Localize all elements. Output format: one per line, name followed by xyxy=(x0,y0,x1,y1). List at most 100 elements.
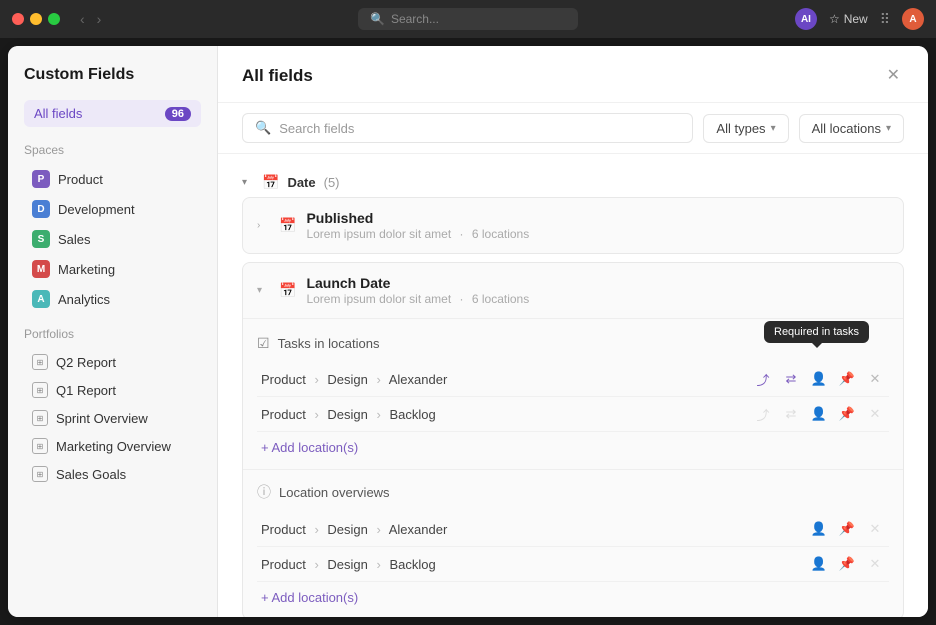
sidebar-item-q1report[interactable]: ⊞ Q1 Report xyxy=(24,377,201,403)
user-avatar[interactable]: A xyxy=(902,8,924,30)
maximize-dot[interactable] xyxy=(48,13,60,25)
sidebar-item-marketing[interactable]: M Marketing xyxy=(24,255,201,283)
filter-type-button[interactable]: All types ▾ xyxy=(703,114,788,143)
required-in-tasks-tooltip: Required in tasks xyxy=(764,321,869,343)
sidebar-item-q2report[interactable]: ⊞ Q2 Report xyxy=(24,349,201,375)
sales-goals-icon: ⊞ xyxy=(32,466,48,482)
overview-header: ⓘ Location overviews xyxy=(257,478,889,512)
open-icon-1[interactable]: ⤴ xyxy=(753,369,773,389)
product-label: Product xyxy=(58,172,103,187)
global-search[interactable]: 🔍 Search... xyxy=(358,8,578,30)
tasks-expanded-section: ☑ Tasks in locations Required in tasks P… xyxy=(243,318,903,469)
filter-location-button[interactable]: All locations ▾ xyxy=(799,114,904,143)
overview-row-2-actions: 👤 📌 ✕ xyxy=(809,554,885,574)
filter-location-label: All locations xyxy=(812,121,881,136)
tasks-section-header: ☑ Tasks in locations Required in tasks xyxy=(257,329,889,362)
ai-badge[interactable]: AI xyxy=(795,8,817,30)
marketing-overview-label: Marketing Overview xyxy=(56,439,171,454)
chevron-down-icon-2: ▾ xyxy=(886,123,891,134)
info-icon: ⓘ xyxy=(257,482,271,502)
q1report-icon: ⊞ xyxy=(32,382,48,398)
q1report-label: Q1 Report xyxy=(56,383,116,398)
sidebar-item-analytics[interactable]: A Analytics xyxy=(24,285,201,313)
tasks-check-icon: ☑ xyxy=(257,335,270,352)
published-field-name: Published xyxy=(306,210,889,226)
overview-user-icon-2[interactable]: 👤 xyxy=(809,554,829,574)
search-fields-placeholder: Search fields xyxy=(279,121,354,136)
date-group-header[interactable]: ▾ 📅 Date (5) xyxy=(242,166,904,197)
titlebar-right: AI ☆ New ⠿ A xyxy=(795,8,924,30)
link-icon-2[interactable]: ⇄ xyxy=(781,404,801,424)
overview-pin-icon-1[interactable]: 📌 xyxy=(837,519,857,539)
group-toggle-icon: ▾ xyxy=(242,177,254,188)
pin-icon-1[interactable]: 📌 xyxy=(837,369,857,389)
sidebar-title: Custom Fields xyxy=(24,66,201,84)
date-group-icon: 📅 xyxy=(262,174,279,191)
user-icon-1[interactable]: 👤 xyxy=(809,369,829,389)
published-field-card: › 📅 Published Lorem ipsum dolor sit amet… xyxy=(242,197,904,254)
link-icon-1[interactable]: ⇄ xyxy=(781,369,801,389)
search-placeholder-text: Search... xyxy=(391,12,439,26)
search-fields-input[interactable]: 🔍 Search fields xyxy=(242,113,693,143)
add-overview-text: + Add location(s) xyxy=(261,590,358,605)
q2report-icon: ⊞ xyxy=(32,354,48,370)
overview-section: ⓘ Location overviews Product › Design › … xyxy=(243,469,903,617)
nav-forward-button[interactable]: › xyxy=(93,9,106,29)
sprint-overview-label: Sprint Overview xyxy=(56,411,148,426)
marketing-label: Marketing xyxy=(58,262,115,277)
overview-label: Location overviews xyxy=(279,485,390,500)
user-icon-2[interactable]: 👤 xyxy=(809,404,829,424)
sidebar-item-sales-goals[interactable]: ⊞ Sales Goals xyxy=(24,461,201,487)
sidebar-item-development[interactable]: D Development xyxy=(24,195,201,223)
published-expand-button[interactable]: › xyxy=(257,220,269,231)
sidebar-item-sales[interactable]: S Sales xyxy=(24,225,201,253)
overview-remove-icon-1[interactable]: ✕ xyxy=(865,519,885,539)
add-overview-location-button[interactable]: + Add location(s) xyxy=(257,582,362,609)
chevron-down-icon: ▾ xyxy=(771,123,776,134)
pin-icon-2[interactable]: 📌 xyxy=(837,404,857,424)
launch-date-expand-button[interactable]: ▾ xyxy=(257,285,269,296)
published-card-header: › 📅 Published Lorem ipsum dolor sit amet… xyxy=(243,198,903,253)
remove-icon-2[interactable]: ✕ xyxy=(865,404,885,424)
new-button[interactable]: ☆ New xyxy=(829,12,868,26)
grid-icon[interactable]: ⠿ xyxy=(880,11,890,28)
launch-date-field-name: Launch Date xyxy=(306,275,889,291)
q2report-label: Q2 Report xyxy=(56,355,116,370)
fields-content: ▾ 📅 Date (5) › 📅 Published Lorem ipsum d… xyxy=(218,154,928,617)
sidebar: Custom Fields All fields 96 Spaces P Pro… xyxy=(8,46,218,617)
nav-buttons: ‹ › xyxy=(76,9,105,29)
sidebar-item-sprint-overview[interactable]: ⊞ Sprint Overview xyxy=(24,405,201,431)
sidebar-item-marketing-overview[interactable]: ⊞ Marketing Overview xyxy=(24,433,201,459)
overview-user-icon-1[interactable]: 👤 xyxy=(809,519,829,539)
titlebar: ‹ › 🔍 Search... AI ☆ New ⠿ A xyxy=(0,0,936,38)
overview-path-2: Product › Design › Backlog xyxy=(261,557,809,572)
main-title: All fields xyxy=(242,66,313,86)
open-icon-2[interactable]: ⤴ xyxy=(753,404,773,424)
analytics-label: Analytics xyxy=(58,292,110,307)
filter-type-label: All types xyxy=(716,121,765,136)
published-field-icon: 📅 xyxy=(279,217,296,234)
date-group-label: Date xyxy=(287,175,315,190)
development-space-icon: D xyxy=(32,200,50,218)
analytics-space-icon: A xyxy=(32,290,50,308)
spaces-section-label: Spaces xyxy=(24,143,201,157)
date-group-count: (5) xyxy=(324,175,340,190)
launch-date-card-header: ▾ 📅 Launch Date Lorem ipsum dolor sit am… xyxy=(243,263,903,318)
add-task-location-button[interactable]: + Add location(s) xyxy=(257,432,362,459)
remove-icon-1[interactable]: ✕ xyxy=(865,369,885,389)
task-path-2: Product › Design › Backlog xyxy=(261,407,753,422)
task-row-1: Product › Design › Alexander ⤴ ⇄ 👤 📌 ✕ xyxy=(257,362,889,397)
overview-pin-icon-2[interactable]: 📌 xyxy=(837,554,857,574)
search-icon: 🔍 xyxy=(370,12,385,26)
minimize-dot[interactable] xyxy=(30,13,42,25)
launch-date-field-info: Launch Date Lorem ipsum dolor sit amet ·… xyxy=(306,275,889,306)
sales-space-icon: S xyxy=(32,230,50,248)
close-button[interactable]: ✕ xyxy=(883,64,904,88)
overview-remove-icon-2[interactable]: ✕ xyxy=(865,554,885,574)
window-controls xyxy=(12,13,60,25)
all-fields-item[interactable]: All fields 96 xyxy=(24,100,201,127)
sidebar-item-product[interactable]: P Product xyxy=(24,165,201,193)
app-container: Custom Fields All fields 96 Spaces P Pro… xyxy=(8,46,928,617)
close-dot[interactable] xyxy=(12,13,24,25)
nav-back-button[interactable]: ‹ xyxy=(76,9,89,29)
